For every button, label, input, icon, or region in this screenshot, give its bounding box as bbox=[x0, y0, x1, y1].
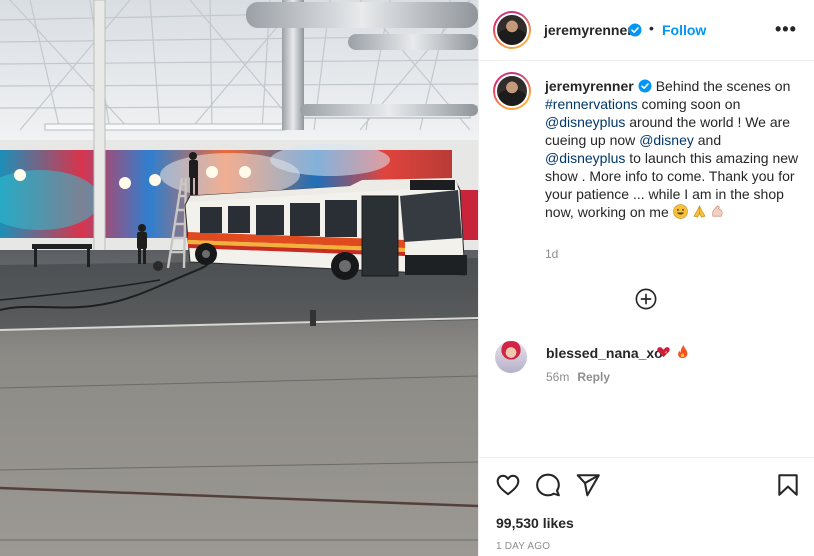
more-options-button[interactable]: ••• bbox=[775, 20, 797, 38]
commenter-username[interactable]: blessed_nana_xo bbox=[546, 345, 663, 361]
heart-icon[interactable] bbox=[495, 472, 521, 498]
comment-bubble-icon[interactable] bbox=[535, 472, 561, 498]
verified-badge-icon bbox=[638, 79, 652, 93]
separator-dot: • bbox=[649, 20, 654, 36]
hashtag-link[interactable]: #rennervations bbox=[545, 96, 638, 112]
plus-circle-icon[interactable] bbox=[635, 288, 657, 310]
comment-text bbox=[656, 344, 690, 362]
author-avatar[interactable] bbox=[493, 11, 531, 49]
paper-plane-icon[interactable] bbox=[575, 472, 601, 498]
post-header: jeremyrenner • Follow ••• bbox=[479, 0, 814, 61]
post-photo-scene bbox=[0, 0, 478, 556]
mention-link-disneyplus[interactable]: @disneyplus bbox=[545, 114, 625, 130]
caption-author-username[interactable]: jeremyrenner bbox=[545, 78, 634, 94]
caption-text-part: and bbox=[693, 132, 722, 148]
post-actions: 99,530 likes 1 DAY AGO bbox=[479, 457, 814, 556]
verified-badge-icon bbox=[628, 23, 642, 37]
reply-button[interactable]: Reply bbox=[577, 370, 610, 384]
post-photo[interactable] bbox=[0, 0, 478, 556]
caption-text-part: Behind the scenes on bbox=[655, 78, 791, 94]
post-age[interactable]: 1 DAY AGO bbox=[496, 541, 550, 552]
bookmark-icon[interactable] bbox=[775, 472, 801, 498]
comment-meta: 56m Reply bbox=[546, 370, 610, 384]
caption-timestamp[interactable]: 1d bbox=[545, 247, 558, 261]
mention-link-disney[interactable]: @disney bbox=[639, 132, 694, 148]
praying-hands-emoji-icon bbox=[692, 205, 706, 218]
post-side-panel: jeremyrenner • Follow ••• jeremyrenner Be… bbox=[478, 0, 814, 556]
fire-emoji-icon bbox=[678, 344, 688, 359]
author-username[interactable]: jeremyrenner bbox=[544, 22, 633, 38]
heart-on-fire-emoji-icon bbox=[657, 347, 670, 358]
like-count[interactable]: 99,530 likes bbox=[496, 515, 574, 531]
caption-author-avatar[interactable] bbox=[493, 72, 531, 110]
comment-timestamp[interactable]: 56m bbox=[546, 370, 569, 384]
flexed-biceps-emoji-icon bbox=[712, 205, 723, 217]
caption-author-avatar-image bbox=[497, 76, 527, 106]
caption-text-part: coming soon on bbox=[637, 96, 741, 112]
author-avatar-image bbox=[497, 15, 527, 45]
commenter-avatar[interactable] bbox=[495, 341, 527, 373]
mention-link-disneyplus[interactable]: @disneyplus bbox=[545, 150, 625, 166]
caption-text: jeremyrenner Behind the scenes on #renner… bbox=[545, 77, 803, 221]
follow-button[interactable]: Follow bbox=[662, 22, 706, 38]
grinning-face-emoji-icon bbox=[672, 204, 688, 219]
